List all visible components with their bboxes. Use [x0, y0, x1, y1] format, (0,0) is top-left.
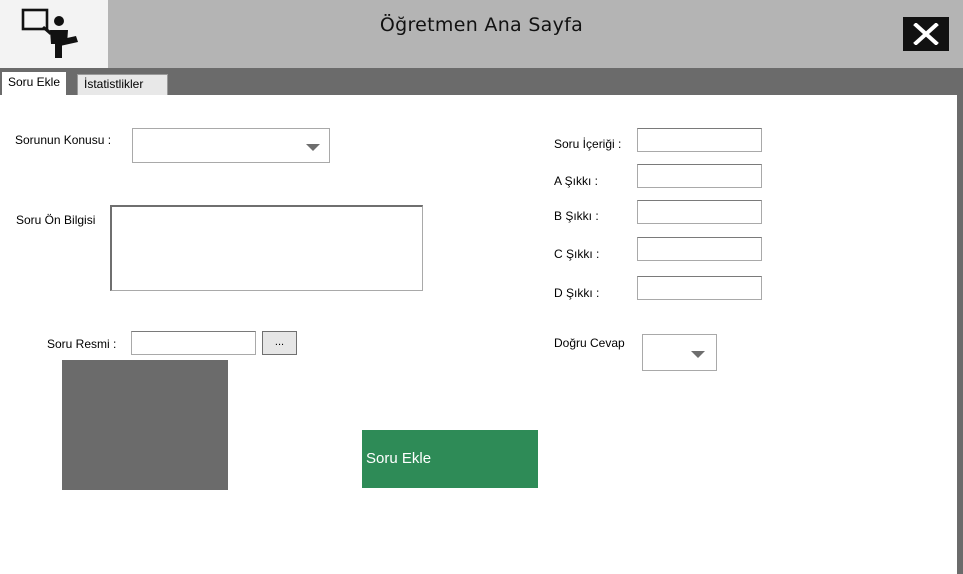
topic-combobox[interactable]	[132, 128, 330, 163]
option-b-input[interactable]	[637, 200, 762, 224]
tab-strip: Soru Ekle İstatistlikler	[0, 68, 963, 96]
option-d-label: D Şıkkı :	[554, 286, 600, 300]
close-button[interactable]	[903, 17, 949, 51]
image-label: Soru Resmi :	[47, 337, 117, 351]
content-input[interactable]	[637, 128, 762, 152]
correct-answer-combobox[interactable]	[642, 334, 717, 371]
option-b-label: B Şıkkı :	[554, 209, 599, 223]
option-c-input[interactable]	[637, 237, 762, 261]
option-a-label: A Şıkkı :	[554, 174, 599, 188]
option-a-input[interactable]	[637, 164, 762, 188]
tab-istatistikler[interactable]: İstatistlikler	[77, 74, 168, 95]
topic-label: Sorunun Konusu :	[15, 133, 112, 147]
close-icon	[913, 23, 939, 45]
preinfo-label: Soru Ön Bilgisi	[16, 213, 96, 227]
option-c-label: C Şıkkı :	[554, 247, 600, 261]
question-image-preview	[62, 360, 228, 490]
browse-image-button[interactable]: ...	[262, 331, 297, 355]
chevron-down-icon	[691, 351, 705, 358]
window-right-border	[957, 95, 963, 574]
preinfo-textarea[interactable]	[110, 205, 423, 291]
window-title: Öğretmen Ana Sayfa	[379, 14, 584, 36]
option-d-input[interactable]	[637, 276, 762, 300]
chevron-down-icon	[306, 144, 320, 151]
tab-soru-ekle[interactable]: Soru Ekle	[2, 72, 67, 96]
image-path-input[interactable]	[131, 331, 256, 355]
correct-answer-label: Doğru Cevap	[554, 336, 625, 350]
content-label: Soru İçeriği :	[554, 137, 622, 151]
add-question-button[interactable]: Soru Ekle	[362, 430, 538, 488]
title-bar: Öğretmen Ana Sayfa	[0, 0, 963, 68]
